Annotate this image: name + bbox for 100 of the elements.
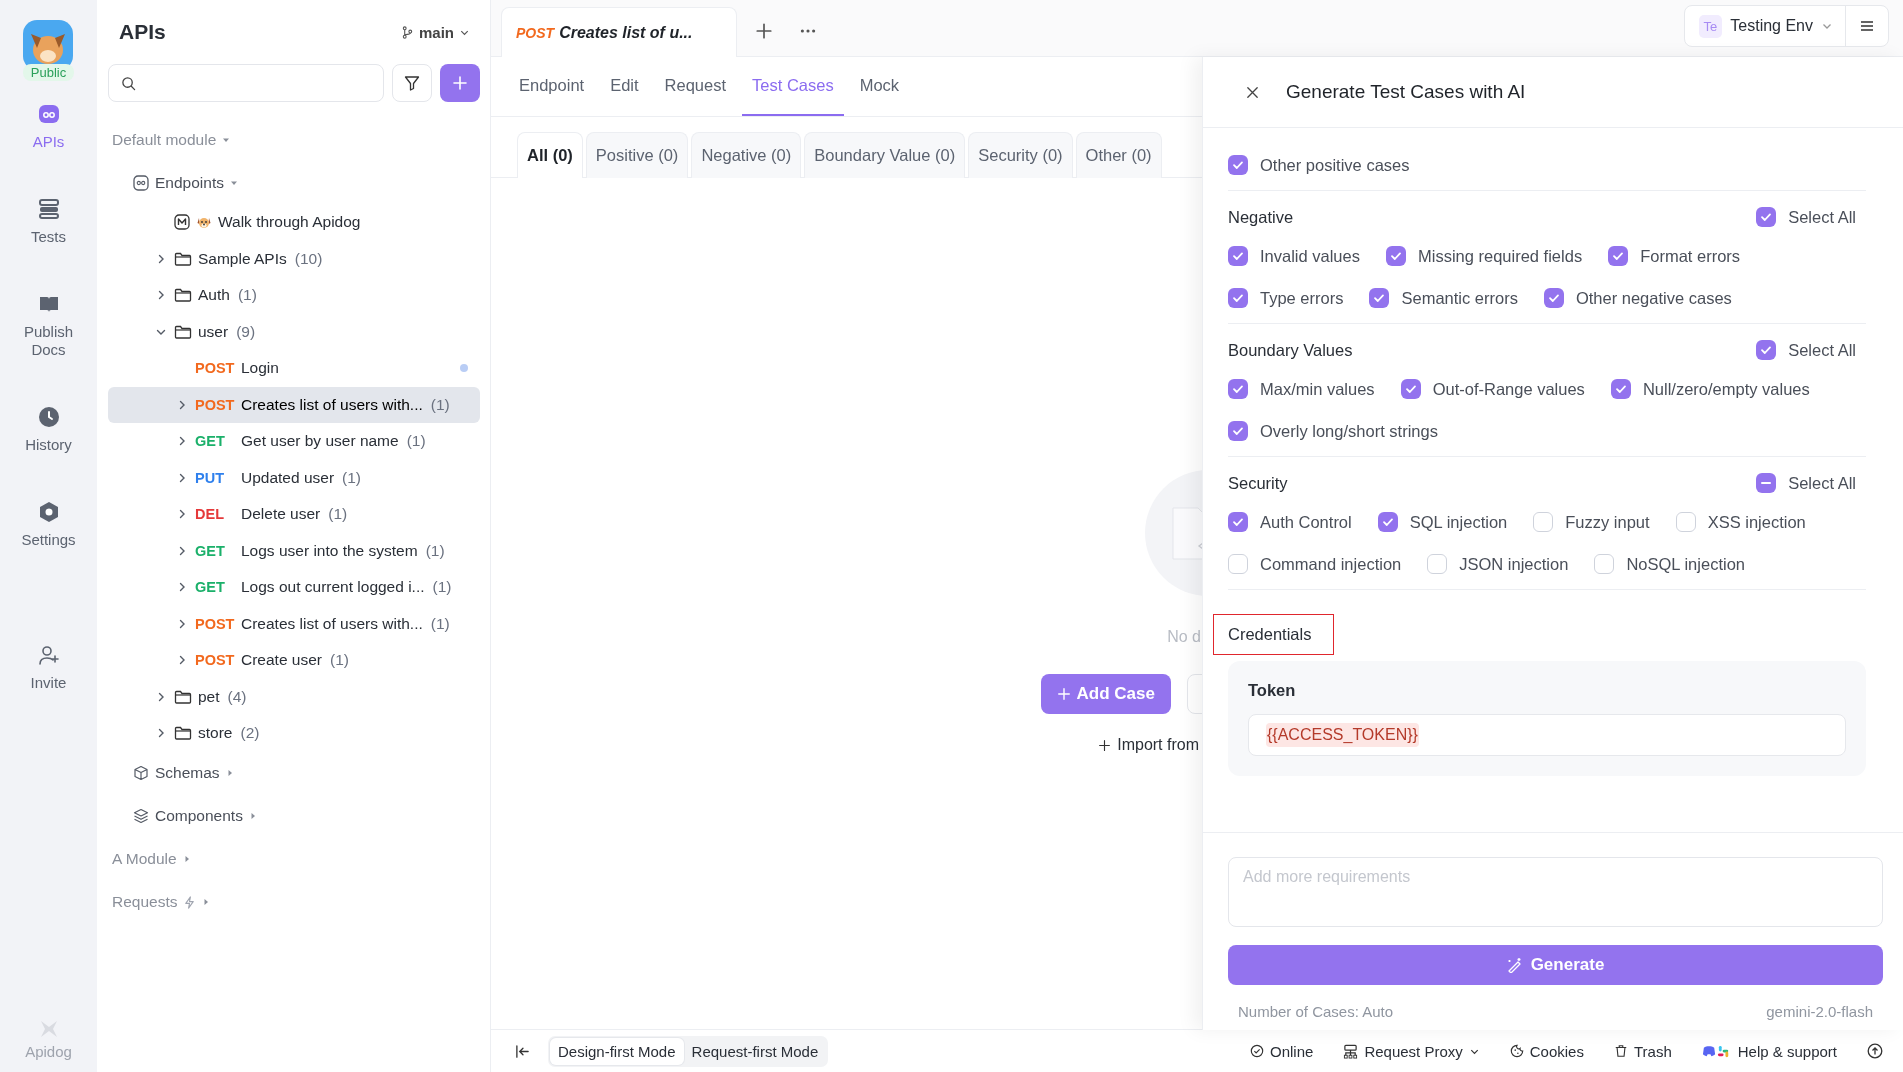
select-all-option[interactable]: Select All: [1756, 340, 1856, 360]
tree-item[interactable]: Schemas: [108, 751, 480, 795]
checkbox[interactable]: [1543, 288, 1564, 308]
folder-item[interactable]: Sample APIs (10): [108, 240, 480, 277]
checkbox-option[interactable]: Overly long/short strings: [1228, 421, 1438, 441]
checkbox-option[interactable]: Fuzzy input: [1533, 512, 1650, 532]
checkbox-option[interactable]: Max/min values: [1228, 379, 1375, 399]
endpoint-item[interactable]: POST Creates list of users with... (1): [108, 386, 480, 423]
checkbox[interactable]: [1427, 554, 1448, 574]
filter-tab[interactable]: Other (0): [1075, 132, 1162, 178]
endpoint-item[interactable]: GET Logs out current logged i... (1): [108, 569, 480, 606]
tab[interactable]: Test Cases: [742, 57, 844, 116]
tree-item[interactable]: Endpoints: [108, 161, 480, 204]
checkbox-option[interactable]: Invalid values: [1228, 246, 1360, 266]
checkbox[interactable]: [1369, 288, 1390, 308]
status-item[interactable]: Online: [1250, 1042, 1314, 1060]
search-field[interactable]: [108, 64, 384, 102]
checkbox-option[interactable]: Other positive cases: [1228, 155, 1410, 175]
filter-tab[interactable]: Security (0): [968, 132, 1073, 178]
tab[interactable]: Mock: [849, 57, 910, 116]
generate-button[interactable]: Generate: [1228, 945, 1883, 985]
checkbox[interactable]: [1608, 246, 1629, 266]
token-field[interactable]: {{ACCESS_TOKEN}}: [1248, 714, 1846, 756]
checkbox-option[interactable]: JSON injection: [1427, 554, 1569, 574]
checkbox-option[interactable]: Auth Control: [1228, 512, 1352, 532]
folder-item[interactable]: Auth (1): [108, 277, 480, 314]
nav-item[interactable]: Tests: [8, 197, 89, 247]
endpoint-item[interactable]: GET Get user by user name (1): [108, 423, 480, 460]
nav-item[interactable]: APIs: [8, 103, 89, 152]
add-button[interactable]: [440, 64, 480, 102]
endpoint-item[interactable]: POST Creates list of users with... (1): [108, 605, 480, 642]
mode-option[interactable]: Design-first Mode: [550, 1037, 684, 1065]
checkbox[interactable]: [1228, 288, 1248, 308]
checkbox-option[interactable]: Other negative cases: [1543, 288, 1732, 308]
invite-button[interactable]: Invite: [8, 643, 89, 693]
endpoint-item[interactable]: PUT Updated user (1): [108, 459, 480, 496]
folder-item[interactable]: user (9): [108, 313, 480, 350]
checkbox[interactable]: [1594, 554, 1615, 574]
environment-selector[interactable]: Te Testing Env: [1684, 6, 1846, 46]
checkbox[interactable]: [1533, 512, 1554, 532]
checkbox[interactable]: [1756, 473, 1777, 493]
tab[interactable]: Request: [654, 57, 737, 116]
filter-tab[interactable]: Boundary Value (0): [804, 132, 966, 178]
checkbox-option[interactable]: Out-of-Range values: [1400, 379, 1585, 399]
checkbox-option[interactable]: Type errors: [1228, 288, 1344, 308]
endpoint-item[interactable]: POST Login: [108, 350, 480, 387]
import-link[interactable]: Import from: [1098, 736, 1199, 754]
checkbox[interactable]: [1228, 246, 1248, 266]
filter-tab[interactable]: Negative (0): [691, 132, 802, 178]
checkbox[interactable]: [1610, 379, 1631, 399]
endpoint-item[interactable]: GET Logs user into the system (1): [108, 532, 480, 569]
checkbox[interactable]: [1386, 246, 1406, 266]
checkbox-option[interactable]: Semantic errors: [1369, 288, 1518, 308]
select-all-option[interactable]: Select All: [1756, 473, 1856, 493]
nav-item[interactable]: Settings: [8, 500, 89, 550]
folder-item[interactable]: store (2): [108, 715, 480, 752]
branch-selector[interactable]: main: [401, 23, 470, 41]
status-item[interactable]: Request Proxy: [1343, 1042, 1480, 1060]
wand-icon: [1506, 957, 1523, 973]
collapse-icon[interactable]: [515, 1043, 530, 1059]
endpoint-item[interactable]: POST Create user (1): [108, 642, 480, 679]
select-all-option[interactable]: Select All: [1756, 207, 1856, 227]
checkbox-option[interactable]: SQL injection: [1377, 512, 1508, 532]
status-item[interactable]: Cookies: [1509, 1042, 1584, 1060]
status-item[interactable]: Help & support: [1701, 1042, 1837, 1060]
checkbox-option[interactable]: Format errors: [1608, 246, 1741, 266]
tab[interactable]: Endpoint: [509, 57, 595, 116]
nav-item[interactable]: History: [8, 406, 89, 455]
folder-item[interactable]: pet (4): [108, 678, 480, 715]
plus-icon[interactable]: [755, 22, 773, 40]
nav-item[interactable]: Publish Docs: [8, 292, 89, 360]
checkbox-option[interactable]: Null/zero/empty values: [1610, 379, 1810, 399]
filter-tab[interactable]: All (0): [517, 132, 583, 178]
checkbox[interactable]: [1228, 379, 1248, 399]
checkbox[interactable]: [1228, 155, 1248, 175]
tree-item[interactable]: Components: [108, 794, 480, 838]
checkbox[interactable]: [1756, 207, 1777, 227]
filter-tab[interactable]: Positive (0): [585, 132, 689, 178]
status-item[interactable]: Trash: [1613, 1042, 1672, 1060]
mode-option[interactable]: Request-first Mode: [683, 1037, 827, 1065]
checkbox[interactable]: [1756, 340, 1777, 360]
checkbox-option[interactable]: Command injection: [1228, 554, 1402, 574]
checkbox[interactable]: [1228, 554, 1248, 574]
checkbox-option[interactable]: Missing required fields: [1386, 246, 1583, 266]
tree-item[interactable]: Walk through Apidog: [108, 204, 480, 241]
add-case-button[interactable]: Add Case: [1040, 674, 1171, 714]
editor-tab[interactable]: POST Creates list of u...: [501, 7, 737, 57]
filter-button[interactable]: [392, 64, 432, 102]
checkbox-option[interactable]: NoSQL injection: [1594, 554, 1745, 574]
tab[interactable]: Edit: [600, 57, 649, 116]
checkbox-option[interactable]: XSS injection: [1675, 512, 1806, 532]
checkbox[interactable]: [1675, 512, 1696, 532]
close-icon[interactable]: [1245, 84, 1260, 100]
checkbox[interactable]: [1400, 379, 1421, 399]
checkbox[interactable]: [1228, 421, 1248, 441]
upload-icon[interactable]: [1867, 1043, 1883, 1059]
endpoint-item[interactable]: DEL Delete user (1): [108, 496, 480, 533]
requirements-field[interactable]: Add more requirements: [1228, 857, 1883, 927]
checkbox[interactable]: [1377, 512, 1398, 532]
checkbox[interactable]: [1228, 512, 1248, 532]
